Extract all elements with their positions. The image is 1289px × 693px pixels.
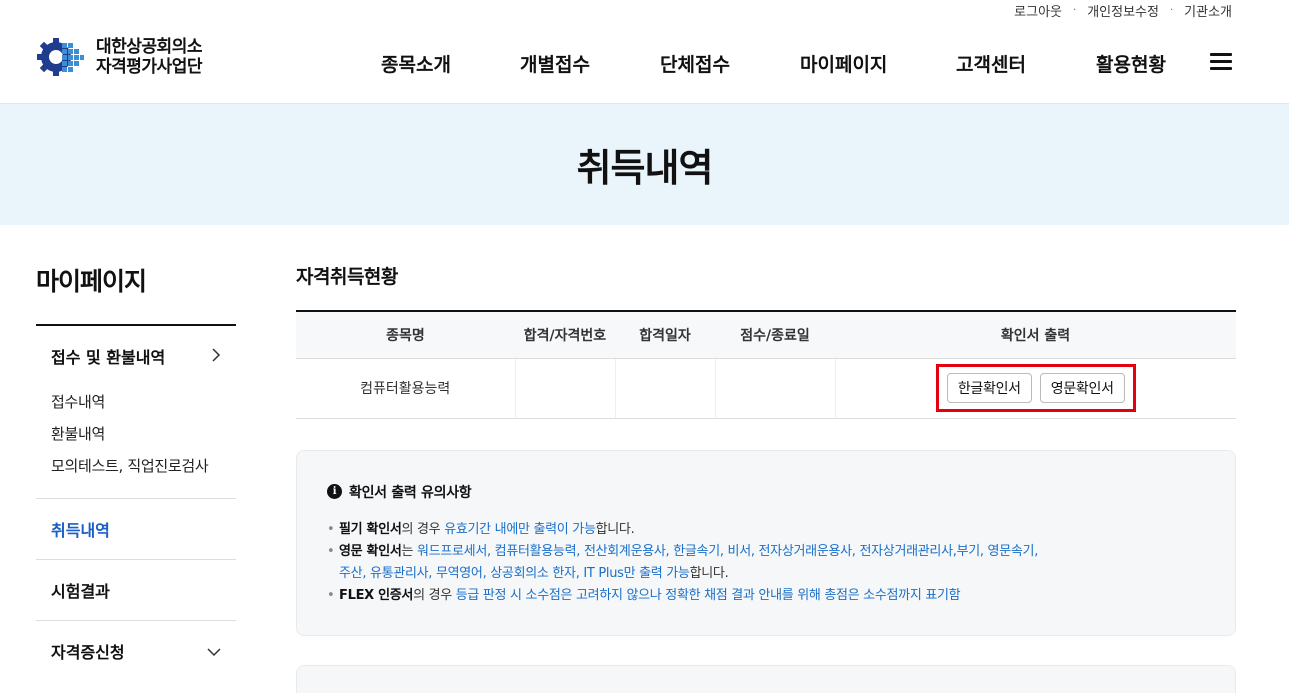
page-title: 취득내역 [576,146,714,190]
nav-item-usage-status[interactable]: 활용현황 [1096,50,1166,77]
col-header-date: 합격일자 [615,311,715,359]
cell-score [714,358,835,419]
acquisition-table: 종목명 합격/자격번호 합격일자 점수/종료일 확인서 출력 컴퓨터활용능력 한… [296,310,1236,419]
notice-list: 필기 확인서의 경우 유효기간 내에만 출력이 가능합니다. 영문 확인서는 워… [327,519,1205,607]
logout-link[interactable]: 로그아웃 [1014,1,1062,20]
nav-item-courses[interactable]: 종목소개 [381,50,451,77]
notice-title: i 확인서 출력 유의사항 [327,482,1205,502]
col-header-score: 점수/종료일 [715,311,835,359]
sidebar-item-cert-request[interactable]: 자격증신청 [36,620,236,681]
sidebar: 마이페이지 접수 및 환불내역 접수내역 환불내역 모의테스트, 직업진로검사 … [36,262,236,681]
notice-item: FLEX 인증서의 경우 등급 판정 시 소수점은 고려하지 않으나 정확한 채… [327,585,1205,607]
sidebar-title: 마이페이지 [36,262,236,326]
nav-item-individual-apply[interactable]: 개별접수 [520,50,590,77]
utility-links: 로그아웃 · 개인정보수정 · 기관소개 [1014,0,1232,20]
notice-item: 영문 확인서는 워드프로세서, 컴퓨터활용능력, 전산회계운용사, 한글속기, … [327,541,1205,585]
cell-name: 컴퓨터활용능력 [296,358,515,419]
sidebar-item-exam-results[interactable]: 시험결과 [36,559,236,620]
notice-title-text: 확인서 출력 유의사항 [349,484,472,501]
logo-gear-icon [36,35,90,79]
sidebar-item-refund-history[interactable]: 환불내역 [51,418,221,450]
util-separator: · [1169,4,1174,16]
cell-print: 한글확인서 영문확인서 [834,358,1236,419]
chevron-down-icon [207,642,221,661]
table-header-row: 종목명 합격/자격번호 합격일자 점수/종료일 확인서 출력 [296,311,1236,359]
chevron-right-icon [211,347,221,366]
util-separator: · [1073,4,1077,16]
sidebar-submenu: 접수내역 환불내역 모의테스트, 직업진로검사 [36,386,236,498]
english-certificate-button[interactable]: 영문확인서 [1039,373,1125,403]
section-title: 자격취득현황 [296,266,398,288]
col-header-number: 합격/자격번호 [515,311,615,359]
sidebar-group-apply-refund[interactable]: 접수 및 환불내역 [36,326,236,386]
sidebar-item-label: 자격증신청 [51,643,125,662]
sidebar-item-acquisition[interactable]: 취득내역 [36,498,236,559]
logo-line-1: 대한상공회의소 [96,37,202,57]
sidebar-group-label: 접수 및 환불내역 [51,348,166,367]
cell-date [614,358,715,419]
main-content: 자격취득현황 종목명 합격/자격번호 합격일자 점수/종료일 확인서 출력 컴퓨… [296,262,1236,636]
table-row: 컴퓨터활용능력 한글확인서 영문확인서 [296,358,1236,419]
notice-box: i 확인서 출력 유의사항 필기 확인서의 경우 유효기간 내에만 출력이 가능… [296,449,1236,636]
logo-line-2: 자격평가사업단 [96,57,202,77]
about-link[interactable]: 기관소개 [1184,1,1232,20]
col-header-print: 확인서 출력 [835,311,1236,359]
page-banner: 취득내역 [0,104,1289,225]
logo[interactable]: 대한상공회의소 자격평가사업단 [36,35,202,79]
nav-item-customer-center[interactable]: 고객센터 [956,50,1026,77]
nav-item-group-apply[interactable]: 단체접수 [660,50,730,77]
info-icon: i [327,484,342,499]
sidebar-item-apply-history[interactable]: 접수내역 [51,386,221,418]
cell-number [514,358,615,419]
menu-icon[interactable] [1210,53,1232,71]
logo-text: 대한상공회의소 자격평가사업단 [96,37,202,77]
next-section-box [296,665,1236,693]
nav-item-mypage[interactable]: 마이페이지 [800,50,887,77]
korean-certificate-button[interactable]: 한글확인서 [946,373,1032,403]
col-header-name: 종목명 [296,311,515,359]
print-buttons-highlight: 한글확인서 영문확인서 [935,364,1136,412]
edit-profile-link[interactable]: 개인정보수정 [1087,1,1159,20]
sidebar-item-mock-test[interactable]: 모의테스트, 직업진로검사 [51,450,221,482]
notice-item: 필기 확인서의 경우 유효기간 내에만 출력이 가능합니다. [327,519,1205,541]
